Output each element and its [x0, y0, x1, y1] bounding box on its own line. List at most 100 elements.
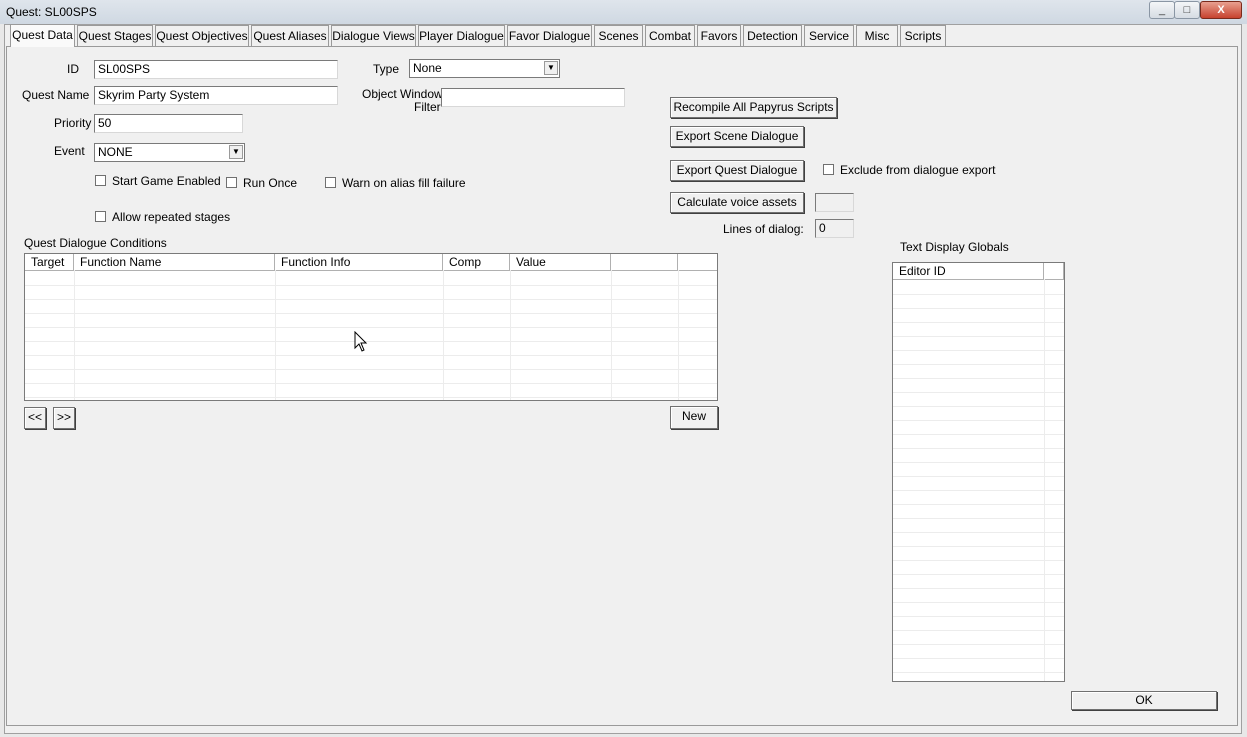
conditions-title: Quest Dialogue Conditions — [24, 236, 167, 250]
table-row[interactable] — [893, 533, 1064, 547]
object-window-filter-label-2: Filter — [414, 100, 441, 114]
table-row[interactable] — [893, 645, 1064, 659]
chevron-down-icon[interactable]: ▼ — [544, 61, 558, 75]
recompile-scripts-button[interactable]: Recompile All Papyrus Scripts — [670, 97, 837, 118]
table-row[interactable] — [893, 463, 1064, 477]
col-extra[interactable] — [611, 254, 678, 270]
event-select[interactable]: NONE ▼ — [94, 143, 245, 162]
table-row[interactable] — [893, 435, 1064, 449]
event-select-value: NONE — [98, 145, 133, 159]
conditions-grid[interactable]: Target Function Name Function Info Comp … — [24, 253, 718, 401]
chevron-down-icon[interactable]: ▼ — [229, 145, 243, 159]
col-globals-extra[interactable] — [1044, 263, 1064, 279]
tab-quest-stages[interactable]: Quest Stages — [77, 25, 153, 46]
tab-quest-objectives[interactable]: Quest Objectives — [155, 25, 249, 46]
ok-button[interactable]: OK — [1071, 691, 1217, 710]
tab-quest-data[interactable]: Quest Data — [10, 24, 75, 47]
lines-of-dialog-field: 0 — [815, 219, 854, 238]
globals-list-header: Editor ID — [893, 263, 1064, 280]
table-row[interactable] — [25, 328, 717, 342]
start-game-enabled-label: Start Game Enabled — [112, 174, 221, 188]
col-function-info[interactable]: Function Info — [275, 254, 443, 270]
table-row[interactable] — [25, 342, 717, 356]
table-row[interactable] — [25, 370, 717, 384]
previous-button[interactable]: << — [24, 407, 46, 429]
type-select-value: None — [413, 61, 442, 75]
table-row[interactable] — [25, 356, 717, 370]
table-row[interactable] — [25, 384, 717, 398]
table-row[interactable] — [893, 631, 1064, 645]
table-row[interactable] — [893, 575, 1064, 589]
text-display-globals-list[interactable]: Editor ID — [892, 262, 1065, 682]
tab-scripts[interactable]: Scripts — [900, 25, 946, 46]
start-game-enabled-checkbox[interactable] — [95, 175, 106, 186]
tab-favors[interactable]: Favors — [697, 25, 741, 46]
close-button[interactable]: X — [1200, 1, 1242, 19]
table-row[interactable] — [893, 561, 1064, 575]
run-once-checkbox[interactable] — [226, 177, 237, 188]
tab-service[interactable]: Service — [804, 25, 854, 46]
tab-detection[interactable]: Detection — [743, 25, 802, 46]
next-button[interactable]: >> — [53, 407, 75, 429]
maximize-button[interactable]: □ — [1174, 1, 1200, 19]
quest-name-label: Quest Name — [22, 88, 90, 102]
table-row[interactable] — [893, 393, 1064, 407]
table-row[interactable] — [893, 519, 1064, 533]
table-row[interactable] — [893, 407, 1064, 421]
export-scene-dialogue-button[interactable]: Export Scene Dialogue — [670, 126, 804, 147]
col-comp[interactable]: Comp — [443, 254, 510, 270]
minimize-button[interactable]: _ — [1149, 1, 1175, 19]
table-row[interactable] — [893, 281, 1064, 295]
table-row[interactable] — [893, 659, 1064, 673]
priority-label: Priority — [54, 116, 92, 130]
new-condition-button[interactable]: New — [670, 406, 718, 429]
export-quest-dialogue-button[interactable]: Export Quest Dialogue — [670, 160, 804, 181]
table-row[interactable] — [893, 617, 1064, 631]
table-row[interactable] — [893, 603, 1064, 617]
table-row[interactable] — [25, 272, 717, 286]
table-row[interactable] — [25, 314, 717, 328]
table-row[interactable] — [893, 491, 1064, 505]
calculate-voice-assets-button[interactable]: Calculate voice assets — [670, 192, 804, 213]
allow-repeated-stages-label: Allow repeated stages — [112, 210, 231, 224]
object-window-filter-field[interactable] — [441, 88, 625, 107]
table-row[interactable] — [893, 337, 1064, 351]
exclude-from-export-label: Exclude from dialogue export — [840, 163, 996, 177]
event-label: Event — [54, 144, 85, 158]
table-row[interactable] — [893, 295, 1064, 309]
id-field[interactable]: SL00SPS — [94, 60, 338, 79]
table-row[interactable] — [893, 589, 1064, 603]
tab-quest-aliases[interactable]: Quest Aliases — [251, 25, 329, 46]
col-editor-id[interactable]: Editor ID — [893, 263, 1044, 279]
col-target[interactable]: Target — [25, 254, 74, 270]
allow-repeated-stages-checkbox[interactable] — [95, 211, 106, 222]
type-select[interactable]: None ▼ — [409, 59, 560, 78]
table-row[interactable] — [893, 351, 1064, 365]
table-row[interactable] — [893, 323, 1064, 337]
table-row[interactable] — [893, 505, 1064, 519]
table-row[interactable] — [25, 286, 717, 300]
col-value[interactable]: Value — [510, 254, 611, 270]
table-row[interactable] — [893, 477, 1064, 491]
quest-name-field[interactable]: Skyrim Party System — [94, 86, 338, 105]
priority-field[interactable]: 50 — [94, 114, 243, 133]
tab-combat[interactable]: Combat — [645, 25, 695, 46]
conditions-grid-header: Target Function Name Function Info Comp … — [25, 254, 717, 271]
col-function-name[interactable]: Function Name — [74, 254, 275, 270]
table-row[interactable] — [893, 449, 1064, 463]
warn-alias-checkbox[interactable] — [325, 177, 336, 188]
table-row[interactable] — [893, 421, 1064, 435]
title-bar[interactable]: Quest: SL00SPS _ □ X — [0, 0, 1247, 24]
tab-scenes[interactable]: Scenes — [594, 25, 643, 46]
table-row[interactable] — [893, 379, 1064, 393]
tab-misc[interactable]: Misc — [856, 25, 898, 46]
tab-player-dialogue[interactable]: Player Dialogue — [418, 25, 505, 46]
tab-dialogue-views[interactable]: Dialogue Views — [331, 25, 416, 46]
table-row[interactable] — [893, 365, 1064, 379]
table-row[interactable] — [893, 547, 1064, 561]
table-row[interactable] — [25, 300, 717, 314]
table-row[interactable] — [893, 309, 1064, 323]
exclude-from-export-checkbox[interactable] — [823, 164, 834, 175]
tab-favor-dialogue[interactable]: Favor Dialogue — [507, 25, 592, 46]
type-label: Type — [373, 62, 400, 76]
